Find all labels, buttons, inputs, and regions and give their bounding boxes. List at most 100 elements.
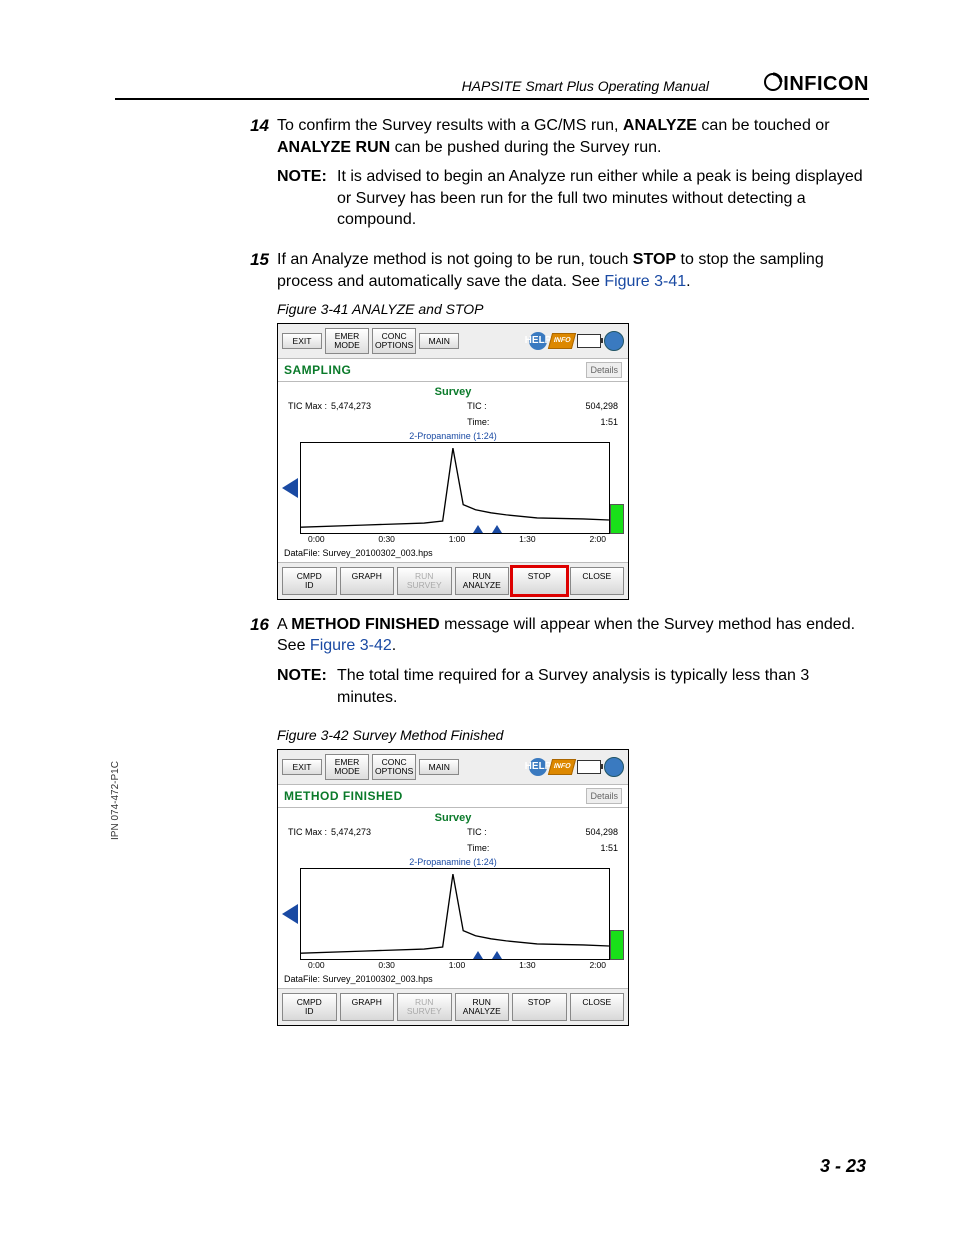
note-16: NOTE: The total time required for a Surv… xyxy=(277,665,864,708)
help-icon[interactable]: HELP xyxy=(529,758,547,776)
battery-icon xyxy=(577,760,601,774)
tic-max-value: 5,474,273 xyxy=(331,826,371,854)
status-text: SAMPLING xyxy=(284,362,351,378)
note-14: NOTE: It is advised to begin an Analyze … xyxy=(277,166,864,231)
xaxis-tick: 0:30 xyxy=(378,534,395,545)
tic-chart xyxy=(300,868,610,960)
close-button[interactable]: CLOSE xyxy=(570,567,625,595)
figure-caption-3-41: Figure 3-41 ANALYZE and STOP xyxy=(277,300,864,319)
chart-marker-1 xyxy=(473,951,483,959)
exit-button[interactable]: EXIT xyxy=(282,759,322,776)
time-value: 1:51 xyxy=(600,842,618,854)
tic-max-label: TIC Max : xyxy=(288,826,327,854)
figure-link-3-41[interactable]: Figure 3-41 xyxy=(604,273,686,290)
run-survey-button: RUN SURVEY xyxy=(397,567,452,595)
chart-marker-2 xyxy=(492,525,502,533)
note-label: NOTE: xyxy=(277,166,337,231)
xaxis-tick: 0:00 xyxy=(308,534,325,545)
datafile-label: DataFile: xyxy=(284,974,320,984)
note-text: The total time required for a Survey ana… xyxy=(337,665,864,708)
method-finished-keyword: METHOD FINISHED xyxy=(291,616,439,633)
tic-max-value: 5,474,273 xyxy=(331,400,371,428)
datafile-value: Survey_20100302_003.hps xyxy=(323,974,433,984)
datafile-value: Survey_20100302_003.hps xyxy=(323,548,433,558)
xaxis-tick: 1:00 xyxy=(449,960,466,971)
info-icon[interactable]: INFO xyxy=(548,759,576,775)
note-label: NOTE: xyxy=(277,665,337,708)
emer-mode-button[interactable]: EMER MODE xyxy=(325,754,369,780)
conc-options-button[interactable]: CONC OPTIONS xyxy=(372,754,416,780)
status-text: METHOD FINISHED xyxy=(284,788,403,804)
tic-label: TIC : xyxy=(467,400,487,412)
help-icon[interactable]: HELP xyxy=(529,332,547,350)
main-button[interactable]: MAIN xyxy=(419,759,459,776)
figure-caption-3-42: Figure 3-42 Survey Method Finished xyxy=(277,726,864,745)
device-figure-3-42: EXIT EMER MODE CONC OPTIONS MAIN HELP IN… xyxy=(277,749,629,1026)
conc-options-button[interactable]: CONC OPTIONS xyxy=(372,328,416,354)
emer-mode-button[interactable]: EMER MODE xyxy=(325,328,369,354)
device-figure-3-41: EXIT EMER MODE CONC OPTIONS MAIN HELP IN… xyxy=(277,323,629,600)
xaxis-tick: 2:00 xyxy=(589,960,606,971)
step-16: 16 A METHOD FINISHED message will appear… xyxy=(235,614,864,657)
run-survey-button: RUN SURVEY xyxy=(397,993,452,1021)
graph-button[interactable]: GRAPH xyxy=(340,993,395,1021)
globe-icon[interactable] xyxy=(604,757,624,777)
globe-icon[interactable] xyxy=(604,331,624,351)
compound-label: 2-Propanamine (1:24) xyxy=(278,856,628,868)
info-icon[interactable]: INFO xyxy=(548,333,576,349)
step-number: 14 xyxy=(235,115,277,158)
chart-marker-1 xyxy=(473,525,483,533)
step-number: 16 xyxy=(235,614,277,657)
stop-keyword: STOP xyxy=(633,251,676,268)
run-analyze-button[interactable]: RUN ANALYZE xyxy=(455,993,510,1021)
run-analyze-button[interactable]: RUN ANALYZE xyxy=(455,567,510,595)
manual-title: HAPSITE Smart Plus Operating Manual xyxy=(462,78,709,94)
tic-label: TIC : xyxy=(467,826,487,838)
tic-chart xyxy=(300,442,610,534)
page-number: 3 - 23 xyxy=(820,1156,866,1177)
exit-button[interactable]: EXIT xyxy=(282,333,322,350)
battery-icon xyxy=(577,334,601,348)
main-button[interactable]: MAIN xyxy=(419,333,459,350)
ipn-text: IPN 074-472-P1C xyxy=(110,761,121,840)
step-number: 15 xyxy=(235,249,277,292)
play-left-icon[interactable] xyxy=(282,478,298,498)
level-indicator xyxy=(610,442,624,534)
figure-link-3-42[interactable]: Figure 3-42 xyxy=(310,637,392,654)
details-button[interactable]: Details xyxy=(586,362,622,378)
graph-button[interactable]: GRAPH xyxy=(340,567,395,595)
play-left-icon[interactable] xyxy=(282,904,298,924)
analyze-run-keyword: ANALYZE RUN xyxy=(277,139,390,156)
xaxis-tick: 0:30 xyxy=(378,960,395,971)
cmpd-id-button[interactable]: CMPD ID xyxy=(282,567,337,595)
xaxis-tick: 0:00 xyxy=(308,960,325,971)
level-indicator xyxy=(610,868,624,960)
tic-max-label: TIC Max : xyxy=(288,400,327,428)
xaxis-tick: 1:00 xyxy=(449,534,466,545)
details-button[interactable]: Details xyxy=(586,788,622,804)
stop-button[interactable]: STOP xyxy=(512,993,567,1021)
xaxis-tick: 1:30 xyxy=(519,960,536,971)
close-button[interactable]: CLOSE xyxy=(570,993,625,1021)
time-label: Time: xyxy=(467,842,489,854)
tic-value: 504,298 xyxy=(585,826,618,838)
tic-value: 504,298 xyxy=(585,400,618,412)
chart-marker-2 xyxy=(492,951,502,959)
xaxis-tick: 1:30 xyxy=(519,534,536,545)
step-14: 14 To confirm the Survey results with a … xyxy=(235,115,864,158)
analyze-keyword: ANALYZE xyxy=(623,117,697,134)
step-15: 15 If an Analyze method is not going to … xyxy=(235,249,864,292)
survey-header: Survey xyxy=(278,808,628,826)
survey-header: Survey xyxy=(278,382,628,400)
brand-logo: INFICON xyxy=(763,72,869,96)
compound-label: 2-Propanamine (1:24) xyxy=(278,430,628,442)
time-label: Time: xyxy=(467,416,489,428)
xaxis-tick: 2:00 xyxy=(589,534,606,545)
cmpd-id-button[interactable]: CMPD ID xyxy=(282,993,337,1021)
stop-button[interactable]: STOP xyxy=(512,567,567,595)
logo-icon xyxy=(763,72,783,92)
datafile-label: DataFile: xyxy=(284,548,320,558)
time-value: 1:51 xyxy=(600,416,618,428)
note-text: It is advised to begin an Analyze run ei… xyxy=(337,166,864,231)
step-text: To confirm the Survey results with a GC/… xyxy=(277,117,623,134)
